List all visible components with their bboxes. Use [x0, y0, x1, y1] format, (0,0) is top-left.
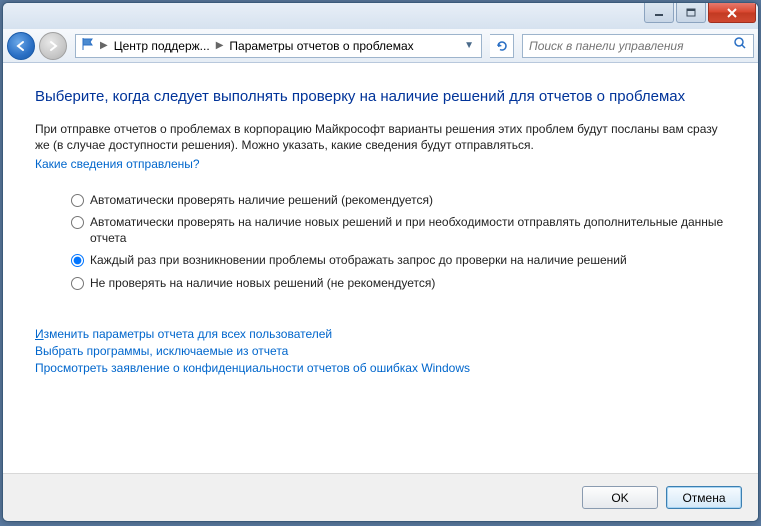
- radio-label-1[interactable]: Автоматически проверять наличие решений …: [90, 192, 433, 208]
- privacy-statement-link[interactable]: Просмотреть заявление о конфиденциальнос…: [35, 361, 470, 375]
- breadcrumb-item-1[interactable]: Центр поддерж...: [112, 39, 212, 53]
- radio-option-1: Автоматически проверять наличие решений …: [71, 192, 726, 208]
- breadcrumb-separator-icon: ▶: [100, 40, 108, 51]
- search-icon[interactable]: [733, 36, 747, 55]
- radio-label-3[interactable]: Каждый раз при возникновении проблемы от…: [90, 252, 627, 268]
- refresh-button[interactable]: [490, 34, 514, 58]
- forward-button[interactable]: [39, 32, 67, 60]
- refresh-icon: [495, 39, 509, 53]
- links-section: Изменить параметры отчета для всех польз…: [35, 327, 726, 375]
- select-programs-link[interactable]: Выбрать программы, исключаемые из отчета: [35, 344, 288, 358]
- window-frame: ▶ Центр поддерж... ▶ Параметры отчетов о…: [2, 2, 759, 522]
- radio-option-2: Автоматически проверять на наличие новых…: [71, 214, 726, 246]
- close-icon: [726, 8, 738, 18]
- titlebar: [3, 3, 758, 29]
- cancel-button[interactable]: Отмена: [666, 486, 742, 509]
- maximize-icon: [686, 8, 696, 17]
- minimize-button[interactable]: [644, 3, 674, 23]
- intro-text: При отправке отчетов о проблемах в корпо…: [35, 121, 726, 153]
- info-link[interactable]: Какие сведения отправлены?: [35, 157, 200, 171]
- content-area: Выберите, когда следует выполнять провер…: [3, 63, 758, 473]
- back-arrow-icon: [14, 39, 28, 53]
- breadcrumb-separator-icon: ▶: [216, 40, 224, 51]
- minimize-icon: [654, 9, 664, 17]
- radio-input-4[interactable]: [71, 277, 84, 290]
- address-dropdown-icon[interactable]: ▼: [461, 40, 477, 51]
- search-box[interactable]: [522, 34, 754, 58]
- back-button[interactable]: [7, 32, 35, 60]
- footer-button-bar: OK Отмена: [3, 473, 758, 521]
- forward-arrow-icon: [46, 39, 60, 53]
- ok-button[interactable]: OK: [582, 486, 658, 509]
- radio-input-3[interactable]: [71, 254, 84, 267]
- page-heading: Выберите, когда следует выполнять провер…: [35, 87, 726, 107]
- flag-icon: [80, 37, 96, 54]
- radio-input-1[interactable]: [71, 194, 84, 207]
- radio-label-4[interactable]: Не проверять на наличие новых решений (н…: [90, 275, 435, 291]
- close-button[interactable]: [708, 3, 756, 23]
- change-params-link[interactable]: Изменить параметры отчета для всех польз…: [35, 327, 332, 341]
- navigation-bar: ▶ Центр поддерж... ▶ Параметры отчетов о…: [3, 29, 758, 63]
- radio-input-2[interactable]: [71, 216, 84, 229]
- search-input[interactable]: [529, 39, 733, 53]
- radio-group: Автоматически проверять наличие решений …: [71, 192, 726, 291]
- radio-label-2[interactable]: Автоматически проверять на наличие новых…: [90, 214, 726, 246]
- breadcrumb-item-2[interactable]: Параметры отчетов о проблемах: [227, 39, 415, 53]
- maximize-button[interactable]: [676, 3, 706, 23]
- address-bar[interactable]: ▶ Центр поддерж... ▶ Параметры отчетов о…: [75, 34, 482, 58]
- radio-option-3: Каждый раз при возникновении проблемы от…: [71, 252, 726, 268]
- radio-option-4: Не проверять на наличие новых решений (н…: [71, 275, 726, 291]
